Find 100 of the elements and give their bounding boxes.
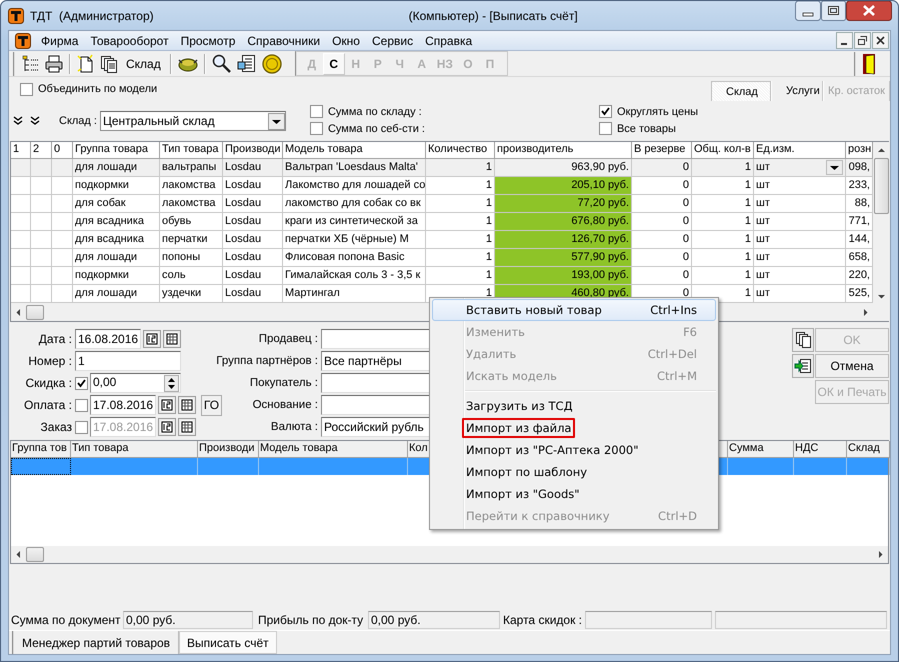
table-cell: Вальтрап 'Loesdaus Malta'	[285, 161, 418, 173]
table-cell: 0	[682, 161, 689, 173]
table-cell: для собак	[75, 197, 126, 209]
table-cell: шт	[756, 233, 770, 245]
table-cell: 0	[682, 233, 689, 245]
table-cell: 0	[682, 215, 689, 227]
table-cell: шт	[756, 197, 770, 209]
table-cell: уздечки	[162, 287, 202, 299]
table-cell: 1	[744, 251, 751, 263]
table-cell: для всадника	[75, 233, 144, 245]
table-cell: 1	[486, 233, 492, 245]
table-cell: 1	[744, 269, 751, 281]
table-cell: попоны	[162, 251, 200, 263]
field-label: Прибыль по док-ту	[258, 613, 364, 627]
table-cell: для лошади	[75, 251, 138, 263]
table-cell: подкормки	[75, 269, 129, 281]
field-label: Склад :	[59, 115, 97, 127]
table-cell: Losdau	[225, 287, 262, 299]
table-cell: 1	[744, 179, 751, 191]
table-cell: 1	[744, 215, 751, 227]
field-label: Дата :	[38, 332, 73, 346]
field-label: Сумма по документ	[10, 613, 122, 627]
table-cell: 1	[744, 287, 751, 299]
table-cell: 88,	[854, 197, 870, 209]
table-cell: 098,	[848, 161, 870, 173]
table-cell: 1	[486, 215, 492, 227]
table-cell: Losdau	[225, 179, 262, 191]
table-cell: для всадника	[75, 215, 144, 227]
table-cell: 1	[486, 197, 492, 209]
table-cell: 193,00 руб.	[571, 269, 629, 281]
readonly-field: 0,00 руб.	[123, 611, 253, 629]
table-cell: лакомства	[162, 197, 216, 209]
table-cell: Лакомство для лошадей со	[285, 179, 425, 191]
table-cell: 1	[744, 161, 751, 173]
table-cell: 771,	[848, 215, 870, 227]
table-cell: 144,	[848, 233, 870, 245]
field-label: Группа партнёров :	[215, 355, 319, 367]
table-cell: 0	[682, 197, 689, 209]
table-cell: 963,90 руб.	[571, 161, 629, 173]
field-label: Продавец :	[258, 333, 319, 345]
table-cell: Losdau	[225, 269, 262, 281]
table-cell: 577,90 руб.	[571, 251, 629, 263]
table-cell: соль	[162, 269, 186, 281]
table-cell: Losdau	[225, 197, 262, 209]
window-title: ТДТ (Администратор)	[30, 8, 154, 22]
table-cell: перчатки ХБ (чёрные) М	[285, 233, 409, 245]
window-subtitle: (Компьютер) - [Выписать счёт]	[408, 8, 578, 22]
table-cell: 1	[744, 233, 751, 245]
table-cell: 676,80 руб.	[571, 215, 629, 227]
table-cell: краги из синтетической за	[285, 215, 418, 227]
field-label: Валюта :	[270, 421, 319, 433]
checkbox-label: Сумма по складу :	[328, 106, 422, 118]
table-cell: подкормки	[75, 179, 129, 191]
table-cell: шт	[756, 287, 770, 299]
table-cell: Флисовая попона Basic	[285, 251, 404, 263]
table-cell: 233,	[848, 179, 870, 191]
shortcut-label: Ctrl+D	[658, 509, 697, 523]
table-cell: 0	[682, 179, 689, 191]
shortcut-label: Ctrl+M	[656, 369, 697, 383]
table-cell: 0	[682, 287, 689, 299]
field-label: Покупатель :	[248, 377, 319, 389]
table-cell: Мартингал	[285, 287, 340, 299]
readonly-field: 0,00 руб.	[368, 611, 500, 629]
checkbox-label: Сумма по себ-сти :	[328, 122, 425, 134]
shortcut-label: Ctrl+Ins	[650, 303, 697, 317]
table-cell: 1	[486, 179, 492, 191]
field-label: Карта скидок :	[503, 613, 583, 627]
table-cell: шт	[756, 161, 770, 173]
table-cell: 0	[682, 269, 689, 281]
table-cell: 220,	[848, 269, 870, 281]
table-cell: лакомства	[162, 179, 216, 191]
checkbox-label: Все товары	[616, 122, 676, 134]
table-cell: 77,20 руб.	[577, 197, 629, 209]
table-cell: вальтрапы	[162, 161, 216, 173]
table-cell: Losdau	[225, 251, 262, 263]
table-cell: 205,10 руб.	[571, 179, 629, 191]
table-cell: 126,70 руб.	[571, 233, 629, 245]
table-cell: Losdau	[225, 215, 262, 227]
table-cell: обувь	[162, 215, 192, 227]
table-cell: шт	[756, 251, 770, 263]
table-cell: перчатки	[162, 233, 208, 245]
field-label: Оплата :	[23, 398, 73, 412]
checkbox-label: Округлять цены	[616, 106, 698, 118]
table-cell: 1	[486, 161, 492, 173]
table-cell: для лошади	[75, 161, 138, 173]
field-label: Номер :	[27, 354, 73, 368]
table-cell: 1	[486, 251, 492, 263]
field-label: Скидка :	[24, 376, 73, 390]
shortcut-label: Ctrl+Del	[648, 347, 697, 361]
table-cell: 1	[744, 197, 751, 209]
table-cell: Гималайская соль 3 - 3,5 к	[285, 269, 420, 281]
table-cell: шт	[756, 179, 770, 191]
table-cell: лакомство для собак со вк	[285, 197, 421, 209]
table-cell: 525,	[848, 287, 870, 299]
table-cell: Losdau	[225, 233, 262, 245]
table-cell: 0	[682, 251, 689, 263]
table-cell: 1	[486, 269, 492, 281]
table-cell: для лошади	[75, 287, 138, 299]
table-cell: Losdau	[225, 161, 262, 173]
field-label: Заказ	[40, 420, 73, 434]
